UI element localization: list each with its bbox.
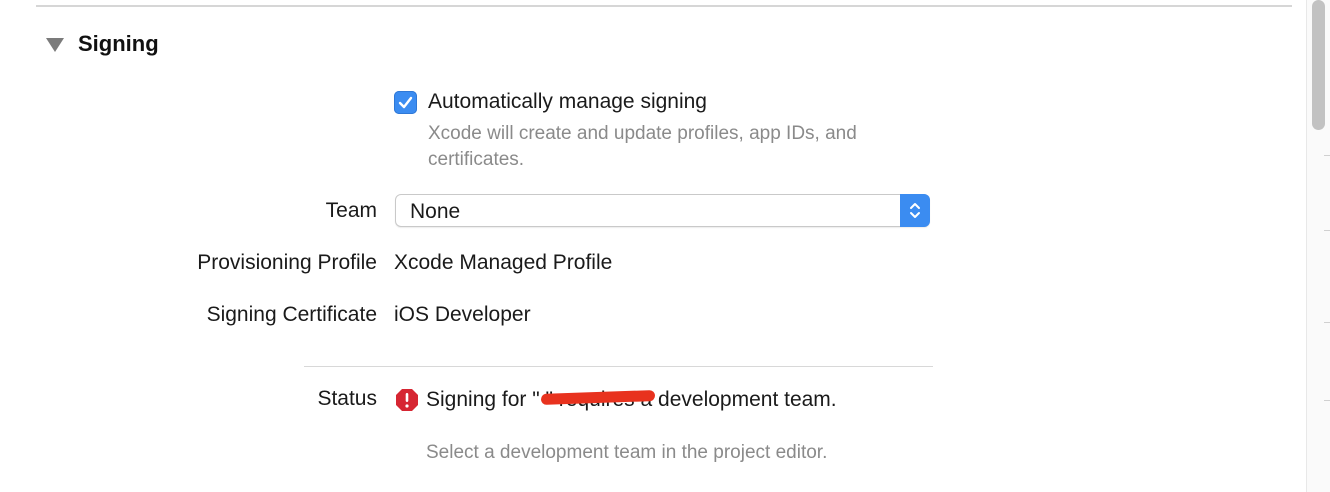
team-select[interactable]: None (395, 194, 930, 227)
provisioning-profile-value: Xcode Managed Profile (394, 251, 613, 274)
disclosure-triangle-down-icon[interactable] (46, 38, 64, 52)
team-select-value: None (410, 200, 461, 223)
signing-certificate-value: iOS Developer (394, 303, 531, 326)
auto-manage-description: Xcode will create and update profiles, a… (428, 123, 857, 170)
signing-certificate-label: Signing Certificate (206, 303, 377, 326)
ruler-tick (1324, 155, 1330, 156)
up-down-chevron-icon (900, 194, 930, 227)
provisioning-profile-label: Provisioning Profile (197, 251, 377, 274)
scrollbar-thumb[interactable] (1312, 0, 1325, 130)
status-message: Signing for " " requires a development t… (426, 388, 837, 411)
section-title: Signing (78, 31, 159, 56)
auto-manage-checkbox[interactable] (394, 91, 417, 114)
status-detail: Select a development team in the project… (426, 442, 828, 463)
status-label: Status (317, 387, 377, 410)
ruler-tick (1324, 322, 1330, 323)
error-octagon-icon (396, 389, 418, 411)
team-label: Team (325, 199, 377, 222)
auto-manage-label[interactable]: Automatically manage signing (428, 90, 707, 114)
top-divider (36, 5, 1292, 7)
ruler-tick (1324, 400, 1330, 401)
checkmark-icon (398, 96, 413, 109)
ruler-tick (1324, 230, 1330, 231)
status-divider (304, 366, 933, 367)
